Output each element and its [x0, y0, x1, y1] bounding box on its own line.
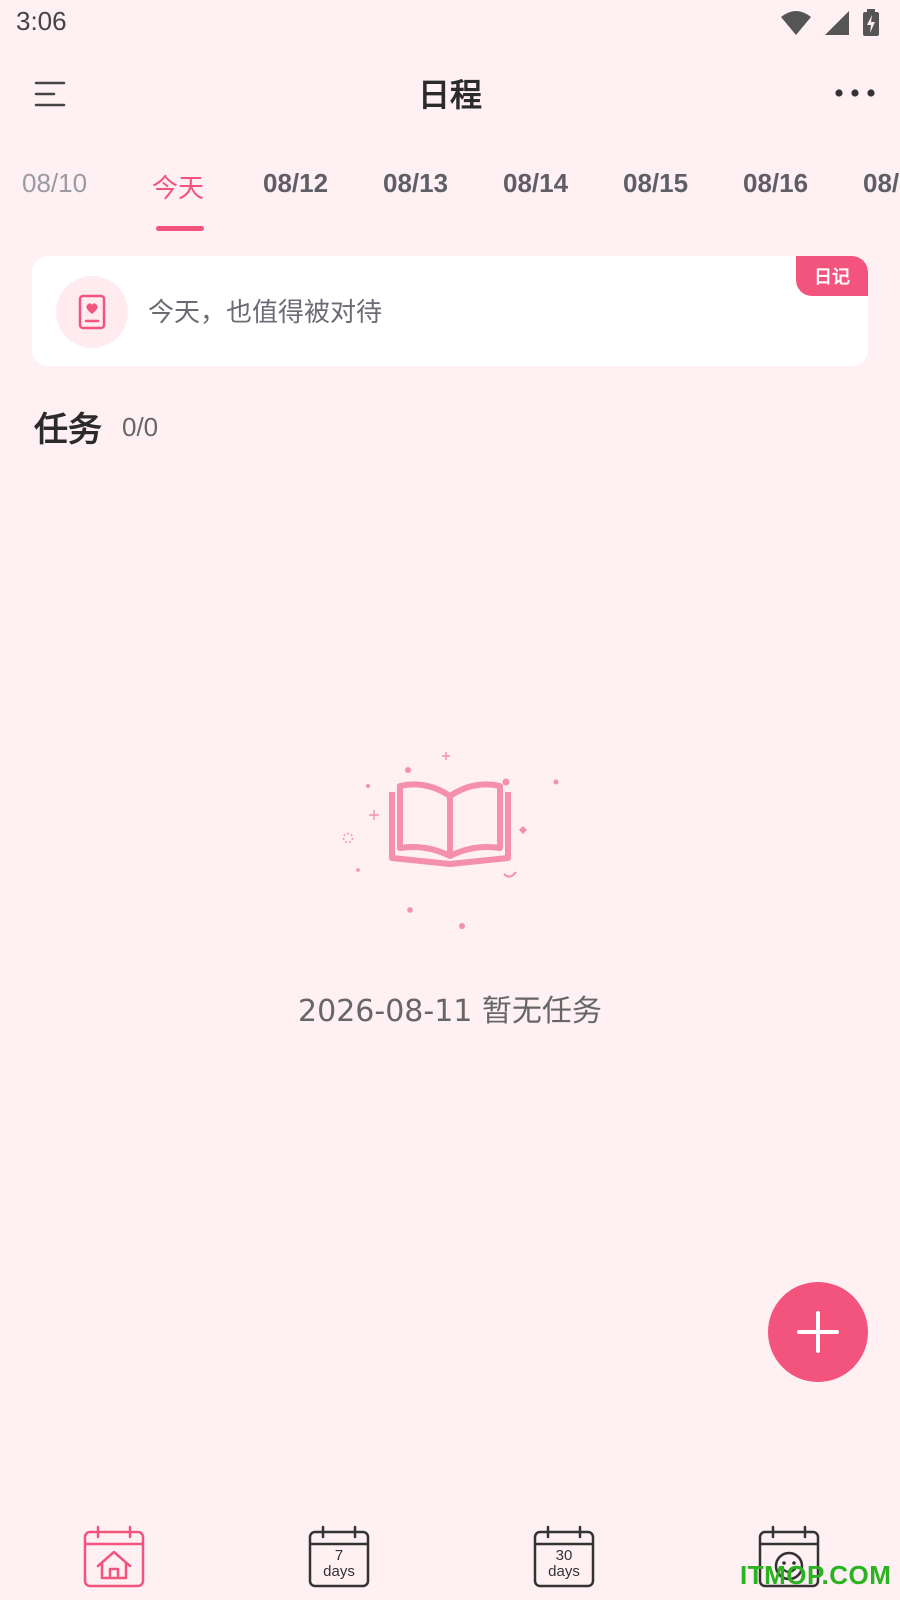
nav-home[interactable] — [82, 1524, 146, 1588]
nav-seven-days-unit: days — [323, 1563, 355, 1580]
status-icons — [780, 8, 880, 38]
nav-thirty-days-number: 30 — [555, 1547, 573, 1564]
nav-thirty-days-unit: days — [548, 1563, 580, 1580]
tab-date-0815[interactable]: 08/15 — [623, 168, 688, 199]
empty-state-message: 2026-08-11 暂无任务 — [298, 994, 602, 1029]
tasks-title: 任务 — [34, 410, 102, 450]
add-task-button[interactable] — [768, 1282, 868, 1382]
tab-date-0810[interactable]: 08/10 — [22, 168, 87, 199]
diary-icon-circle — [56, 276, 128, 348]
diary-heart-icon — [78, 294, 106, 330]
page-title: 日程 — [417, 76, 482, 114]
tab-date-0814[interactable]: 08/14 — [503, 168, 568, 199]
wifi-icon — [781, 11, 811, 35]
watermark: ITMOP.COM — [740, 1560, 892, 1590]
tab-date-next[interactable]: 08/ — [863, 168, 899, 199]
status-time: 3:06 — [16, 6, 67, 36]
tasks-count: 0/0 — [122, 412, 159, 442]
tab-date-0813[interactable]: 08/13 — [383, 168, 448, 199]
more-options-button[interactable] — [832, 78, 878, 108]
nav-seven-days-number: 7 — [334, 1547, 344, 1564]
date-tabs: 08/10 今天 08/12 08/13 08/14 08/15 08/16 0… — [0, 160, 900, 240]
nav-seven-days[interactable]: 7 days — [307, 1524, 371, 1588]
more-dots-icon — [835, 89, 875, 97]
cellular-signal-icon — [825, 11, 849, 35]
tab-today[interactable]: 今天 — [152, 168, 204, 205]
tab-date-0812[interactable]: 08/12 — [263, 168, 328, 199]
calendar-home-icon — [83, 1525, 145, 1588]
diary-card[interactable]: 今天，也值得被对待 日记 — [32, 256, 868, 366]
active-tab-indicator — [156, 226, 204, 231]
plus-icon — [797, 1311, 839, 1353]
diary-badge: 日记 — [796, 256, 868, 296]
tab-date-0816[interactable]: 08/16 — [743, 168, 808, 199]
nav-thirty-days[interactable]: 30 days — [532, 1524, 596, 1588]
diary-prompt: 今天，也值得被对待 — [148, 298, 383, 328]
battery-charging-icon — [863, 9, 879, 36]
open-book-icon — [342, 752, 559, 929]
